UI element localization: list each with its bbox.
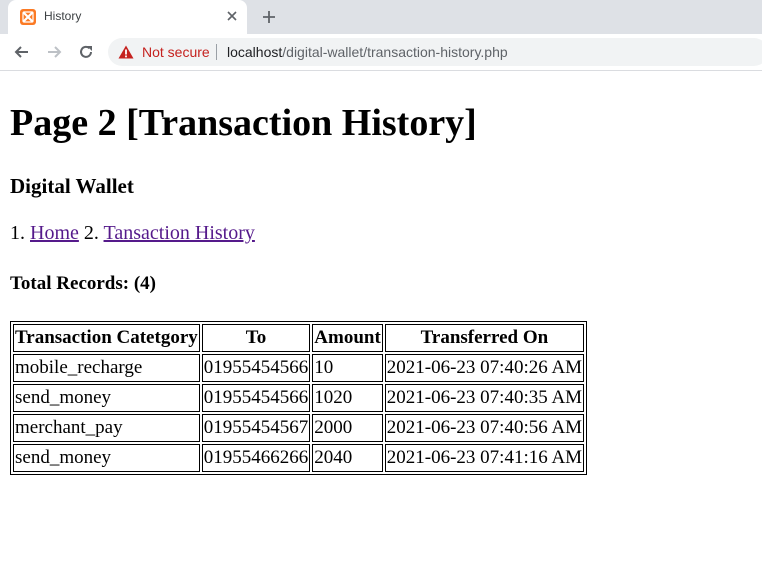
cell-category: merchant_pay xyxy=(13,414,200,442)
cell-transferred-on: 2021-06-23 07:41:16 AM xyxy=(384,444,585,472)
warning-triangle-icon xyxy=(118,45,134,59)
breadcrumb-link-history[interactable]: Tansaction History xyxy=(104,222,255,244)
address-bar[interactable]: Not secure localhost/digital-wallet/tran… xyxy=(108,38,762,66)
breadcrumb-link-home[interactable]: Home xyxy=(30,222,79,244)
table-row: mobile_recharge 01955454566 10 2021-06-2… xyxy=(13,354,585,382)
omnibox-divider xyxy=(216,44,217,60)
cell-transferred-on: 2021-06-23 07:40:35 AM xyxy=(384,384,585,412)
column-header-category: Transaction Catetgory xyxy=(13,324,200,352)
xampp-icon xyxy=(20,9,36,25)
site-name: Digital Wallet xyxy=(10,174,134,198)
cell-to: 01955454566 xyxy=(201,384,311,412)
table-header-row: Transaction Catetgory To Amount Transfer… xyxy=(13,324,585,352)
page-title: Page 2 [Transaction History] xyxy=(10,102,477,144)
browser-tab[interactable]: History xyxy=(8,0,247,34)
cell-amount: 2000 xyxy=(312,414,383,442)
cell-to: 01955466266 xyxy=(201,444,311,472)
table-row: send_money 01955466266 2040 2021-06-23 0… xyxy=(13,444,585,472)
cell-category: send_money xyxy=(13,384,200,412)
column-header-to: To xyxy=(201,324,311,352)
cell-transferred-on: 2021-06-23 07:40:26 AM xyxy=(384,354,585,382)
plus-icon[interactable] xyxy=(260,8,278,26)
url-path: /digital-wallet/transaction-history.php xyxy=(282,44,508,60)
breadcrumb-prefix-1: 1. xyxy=(10,222,25,244)
cell-to: 01955454567 xyxy=(201,414,311,442)
cell-amount: 10 xyxy=(312,354,383,382)
arrow-right-icon[interactable] xyxy=(43,41,65,63)
tab-title: History xyxy=(44,9,82,23)
tab-strip: History xyxy=(0,0,762,34)
url-text[interactable]: localhost/digital-wallet/transaction-his… xyxy=(227,44,508,60)
table-row: send_money 01955454566 1020 2021-06-23 0… xyxy=(13,384,585,412)
transaction-table: Transaction Catetgory To Amount Transfer… xyxy=(10,321,588,475)
column-header-amount: Amount xyxy=(312,324,383,352)
security-status[interactable]: Not secure xyxy=(142,44,210,60)
cell-transferred-on: 2021-06-23 07:40:56 AM xyxy=(384,414,585,442)
cell-amount: 1020 xyxy=(312,384,383,412)
close-icon[interactable] xyxy=(224,8,240,24)
cell-category: send_money xyxy=(13,444,200,472)
browser-toolbar: Not secure localhost/digital-wallet/tran… xyxy=(0,34,762,71)
cell-category: mobile_recharge xyxy=(13,354,200,382)
url-host: localhost xyxy=(227,44,283,60)
cell-to: 01955454566 xyxy=(201,354,311,382)
total-records: Total Records: (4) xyxy=(10,273,156,294)
arrow-left-icon[interactable] xyxy=(11,41,33,63)
cell-amount: 2040 xyxy=(312,444,383,472)
column-header-transferred-on: Transferred On xyxy=(384,324,585,352)
reload-icon[interactable] xyxy=(75,41,97,63)
table-row: merchant_pay 01955454567 2000 2021-06-23… xyxy=(13,414,585,442)
breadcrumb-prefix-2: 2. xyxy=(83,222,99,244)
breadcrumb: 1. Home 2. Tansaction History xyxy=(10,222,255,245)
